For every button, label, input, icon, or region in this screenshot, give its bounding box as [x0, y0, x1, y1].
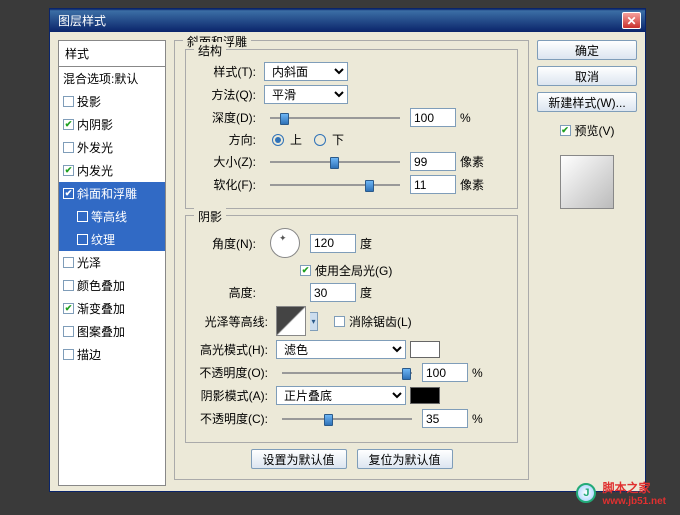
sidebar-item-satin[interactable]: 光泽: [59, 251, 165, 274]
soften-input[interactable]: [410, 175, 456, 194]
altitude-label: 高度:: [196, 284, 256, 301]
watermark-text: 脚本之家: [602, 479, 666, 496]
gloss-contour[interactable]: [276, 306, 306, 336]
logo-icon: J: [576, 483, 596, 503]
window-title: 图层样式: [54, 12, 106, 29]
h-opacity-input[interactable]: [422, 363, 468, 382]
radio-up[interactable]: [272, 134, 284, 146]
structure-legend: 结构: [194, 42, 226, 59]
checkbox-icon[interactable]: [63, 257, 74, 268]
soften-slider[interactable]: [270, 177, 400, 193]
soften-label: 软化(F):: [196, 176, 256, 193]
depth-input[interactable]: [410, 108, 456, 127]
checkbox-icon[interactable]: [63, 142, 74, 153]
sidebar-item-patternoverlay[interactable]: 图案叠加: [59, 320, 165, 343]
depth-slider[interactable]: [270, 110, 400, 126]
layer-style-dialog: 图层样式 ✕ 样式 混合选项:默认 投影 ✔内阴影 外发光 ✔内发光 ✔斜面和浮…: [49, 8, 646, 492]
antialias-checkbox[interactable]: [334, 316, 345, 327]
shadow-label: 阴影模式(A):: [196, 387, 268, 404]
sidebar-item-innerglow[interactable]: ✔内发光: [59, 159, 165, 182]
size-label: 大小(Z):: [196, 153, 256, 170]
newstyle-button[interactable]: 新建样式(W)...: [537, 92, 637, 112]
sidebar-item-dropshadow[interactable]: 投影: [59, 90, 165, 113]
checkbox-icon[interactable]: [63, 280, 74, 291]
sidebar-item-contour[interactable]: 等高线: [59, 205, 165, 228]
altitude-input[interactable]: [310, 283, 356, 302]
main-panel: 斜面和浮雕 结构 样式(T):内斜面 方法(Q):平滑 深度(D):% 方向:上…: [174, 40, 529, 486]
checkbox-icon[interactable]: ✔: [63, 303, 74, 314]
shading-legend: 阴影: [194, 208, 226, 225]
preview-swatch: [560, 155, 614, 209]
style-select[interactable]: 内斜面: [264, 62, 348, 81]
highlight-select[interactable]: 滤色: [276, 340, 406, 359]
global-light-checkbox[interactable]: ✔: [300, 265, 311, 276]
ok-button[interactable]: 确定: [537, 40, 637, 60]
h-opacity-slider[interactable]: [282, 365, 412, 381]
angle-label: 角度(N):: [196, 235, 256, 252]
checkbox-icon[interactable]: [77, 211, 88, 222]
structure-group: 结构 样式(T):内斜面 方法(Q):平滑 深度(D):% 方向:上下 大小(Z…: [185, 49, 518, 209]
reset-default-button[interactable]: 复位为默认值: [357, 449, 453, 469]
chevron-down-icon[interactable]: ▾: [310, 312, 318, 331]
direction-label: 方向:: [196, 131, 256, 148]
shading-group: 阴影 角度(N):度 ✔使用全局光(G) 高度:度 光泽等高线:▾消除锯齿(L)…: [185, 215, 518, 443]
close-button[interactable]: ✕: [622, 12, 641, 29]
sidebar-item-bevel[interactable]: ✔斜面和浮雕: [59, 182, 165, 205]
shadow-color[interactable]: [410, 387, 440, 404]
s-opacity-label: 不透明度(C):: [196, 410, 268, 427]
highlight-label: 高光模式(H):: [196, 341, 268, 358]
sidebar-title: 样式: [59, 41, 165, 67]
styles-sidebar: 样式 混合选项:默认 投影 ✔内阴影 外发光 ✔内发光 ✔斜面和浮雕 等高线 纹…: [58, 40, 166, 486]
checkbox-icon[interactable]: ✔: [63, 165, 74, 176]
shadow-select[interactable]: 正片叠底: [276, 386, 406, 405]
radio-down[interactable]: [314, 134, 326, 146]
set-default-button[interactable]: 设置为默认值: [251, 449, 347, 469]
checkbox-icon[interactable]: [63, 326, 74, 337]
angle-dial[interactable]: [270, 228, 300, 258]
checkbox-icon[interactable]: ✔: [63, 119, 74, 130]
sidebar-item-texture[interactable]: 纹理: [59, 228, 165, 251]
sidebar-item-coloroverlay[interactable]: 颜色叠加: [59, 274, 165, 297]
sidebar-item-gradientoverlay[interactable]: ✔渐变叠加: [59, 297, 165, 320]
gloss-label: 光泽等高线:: [196, 313, 268, 330]
bevel-group: 斜面和浮雕 结构 样式(T):内斜面 方法(Q):平滑 深度(D):% 方向:上…: [174, 40, 529, 480]
watermark: J 脚本之家 www.jb51.net: [576, 479, 666, 507]
checkbox-icon[interactable]: [77, 234, 88, 245]
s-opacity-input[interactable]: [422, 409, 468, 428]
checkbox-icon[interactable]: [63, 349, 74, 360]
style-label: 样式(T):: [196, 63, 256, 80]
cancel-button[interactable]: 取消: [537, 66, 637, 86]
sidebar-item-innershadow[interactable]: ✔内阴影: [59, 113, 165, 136]
technique-select[interactable]: 平滑: [264, 85, 348, 104]
technique-label: 方法(Q):: [196, 86, 256, 103]
checkbox-icon[interactable]: [63, 96, 74, 107]
s-opacity-slider[interactable]: [282, 411, 412, 427]
titlebar[interactable]: 图层样式 ✕: [50, 9, 645, 32]
angle-input[interactable]: [310, 234, 356, 253]
sidebar-item-blending[interactable]: 混合选项:默认: [59, 67, 165, 90]
size-input[interactable]: [410, 152, 456, 171]
sidebar-item-outerglow[interactable]: 外发光: [59, 136, 165, 159]
watermark-url: www.jb51.net: [602, 496, 666, 507]
preview-checkbox[interactable]: ✔: [560, 125, 571, 136]
highlight-color[interactable]: [410, 341, 440, 358]
checkbox-icon[interactable]: ✔: [63, 188, 74, 199]
size-slider[interactable]: [270, 154, 400, 170]
sidebar-item-stroke[interactable]: 描边: [59, 343, 165, 366]
right-buttons: 确定 取消 新建样式(W)... ✔预览(V): [537, 40, 637, 486]
h-opacity-label: 不透明度(O):: [196, 364, 268, 381]
depth-label: 深度(D):: [196, 109, 256, 126]
